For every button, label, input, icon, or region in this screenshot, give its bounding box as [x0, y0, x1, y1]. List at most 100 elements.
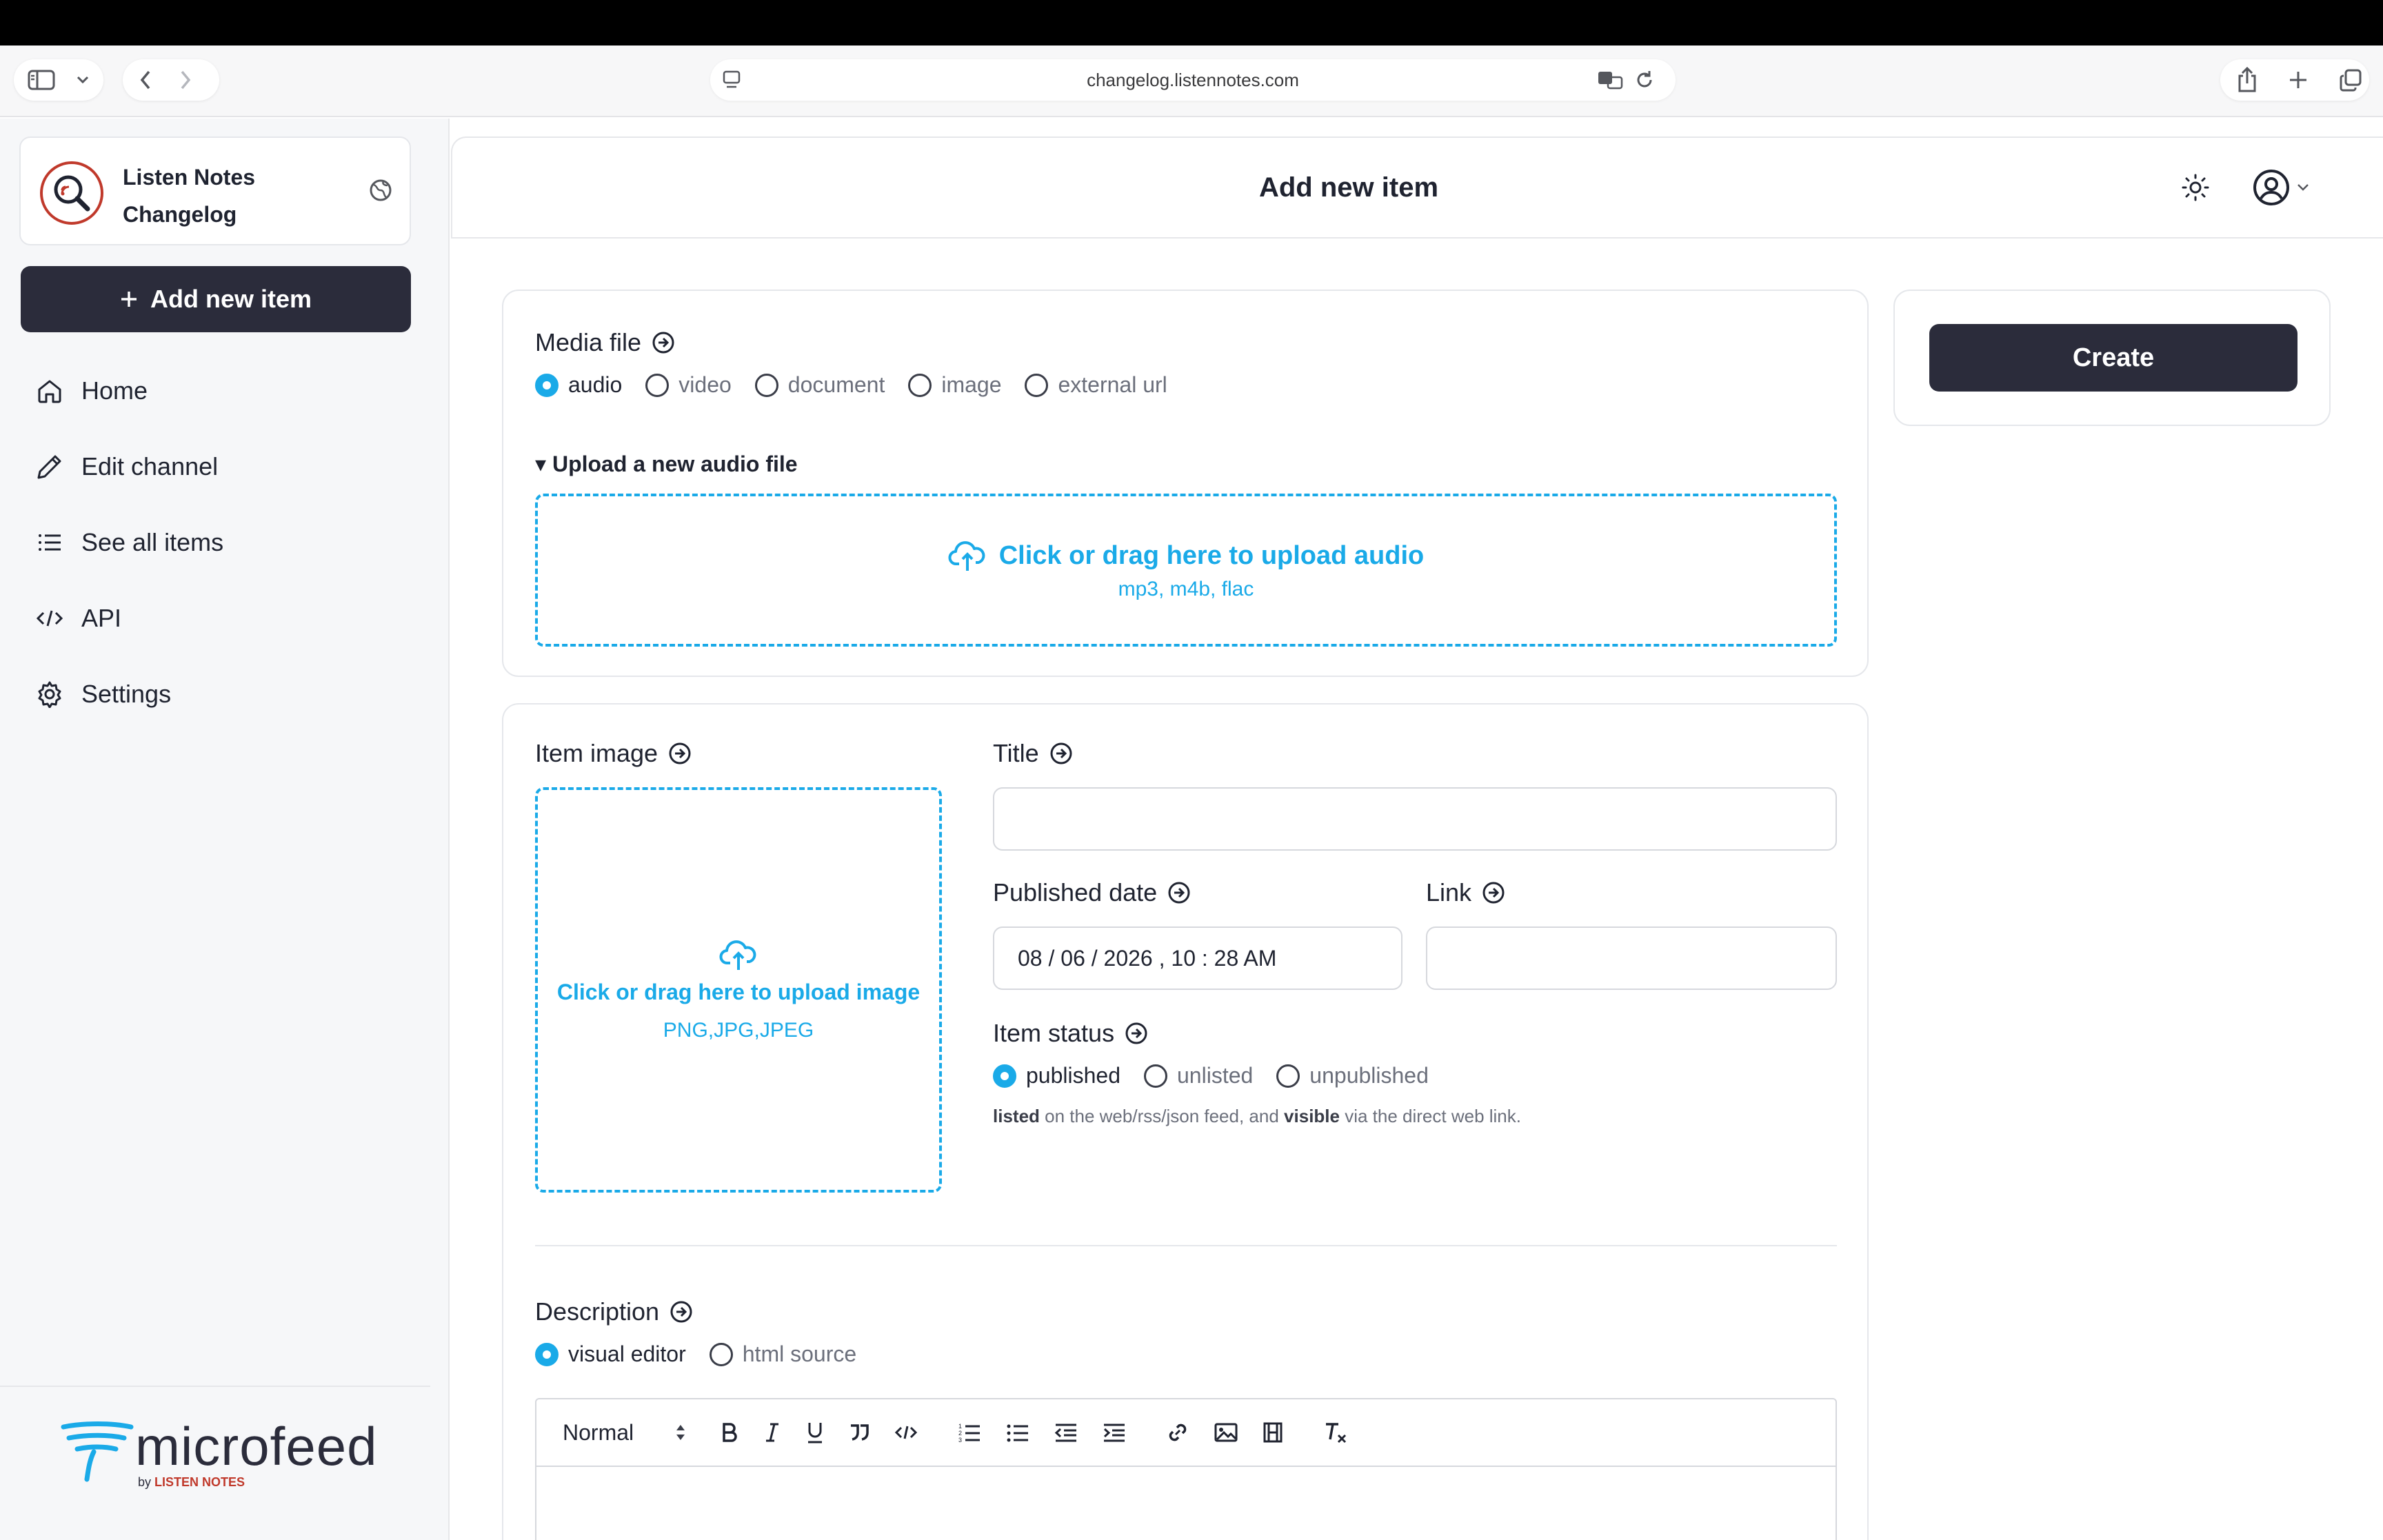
- sidebar-item-settings[interactable]: Settings: [36, 656, 223, 732]
- description-label: Description: [535, 1297, 694, 1326]
- published-date-input[interactable]: 08 / 06 / 2026 , 10 : 28 AM: [993, 926, 1402, 990]
- info-arrow-icon[interactable]: [651, 330, 676, 355]
- sidebar-nav: Home Edit channel See all items API Sett…: [36, 353, 223, 732]
- heading-format-select[interactable]: Normal: [563, 1420, 686, 1446]
- info-arrow-icon[interactable]: [669, 1299, 694, 1324]
- theme-toggle-icon[interactable]: [2180, 172, 2211, 203]
- new-tab-icon[interactable]: [2288, 70, 2309, 90]
- audio-dropzone[interactable]: Click or drag here to upload audio mp3, …: [535, 494, 1837, 647]
- media-file-label: Media file: [535, 328, 676, 357]
- code-block-icon[interactable]: [894, 1423, 918, 1442]
- translate-icon[interactable]: [1597, 69, 1625, 91]
- sidebar-item-label: See all items: [81, 528, 224, 556]
- reload-icon[interactable]: [1634, 69, 1655, 91]
- image-upload-cta: Click or drag here to upload image: [556, 979, 921, 1004]
- channel-name-line2: Changelog: [123, 202, 237, 227]
- create-button[interactable]: Create: [1929, 324, 2297, 392]
- item-image-label-text: Item image: [535, 739, 658, 767]
- media-type-image-radio[interactable]: image: [908, 372, 1001, 398]
- channel-card[interactable]: Listen Notes Changelog: [19, 136, 411, 245]
- blockquote-icon[interactable]: [849, 1423, 869, 1442]
- by-brand: LISTEN NOTES: [154, 1475, 245, 1489]
- link-input[interactable]: [1426, 926, 1837, 990]
- media-type-external-url-radio[interactable]: external url: [1025, 372, 1167, 398]
- radio-label: visual editor: [568, 1341, 686, 1366]
- history-nav-group: [123, 59, 219, 101]
- link-icon[interactable]: [1166, 1421, 1189, 1444]
- main-header: Add new item: [451, 136, 2383, 239]
- info-arrow-icon[interactable]: [1481, 880, 1506, 905]
- bold-icon[interactable]: [721, 1421, 738, 1443]
- insert-image-icon[interactable]: [1214, 1422, 1238, 1443]
- mode-visual-editor-radio[interactable]: visual editor: [535, 1341, 686, 1367]
- status-published-radio[interactable]: published: [993, 1063, 1120, 1088]
- clear-formatting-icon[interactable]: [1323, 1421, 1347, 1443]
- add-new-item-button[interactable]: Add new item: [21, 266, 411, 332]
- sidebar-item-home[interactable]: Home: [36, 353, 223, 429]
- status-unlisted-radio[interactable]: unlisted: [1144, 1063, 1253, 1088]
- code-icon: [36, 605, 63, 632]
- indent-icon[interactable]: [1103, 1422, 1126, 1443]
- browser-actions-group: [2220, 59, 2369, 101]
- sidebar-item-label: Settings: [81, 680, 172, 708]
- title-input[interactable]: [993, 787, 1837, 851]
- listen-notes-logo: [40, 161, 103, 225]
- info-arrow-icon[interactable]: [1167, 880, 1192, 905]
- pencil-icon: [36, 453, 63, 480]
- published-date-label-text: Published date: [993, 878, 1158, 906]
- sidebar-toggle-group[interactable]: [14, 59, 103, 101]
- info-arrow-icon[interactable]: [1049, 741, 1074, 766]
- upload-audio-disclosure[interactable]: ▾ Upload a new audio file: [535, 451, 798, 477]
- image-dropzone[interactable]: Click or drag here to upload image PNG,J…: [535, 787, 942, 1193]
- tabs-overview-icon[interactable]: [2339, 68, 2362, 92]
- editor-toolbar: Normal 123: [535, 1398, 1837, 1467]
- insert-video-icon[interactable]: [1263, 1421, 1283, 1443]
- by-prefix: by: [138, 1475, 152, 1489]
- microfeed-wordmark: microfeed: [135, 1416, 378, 1477]
- chevron-down-icon[interactable]: [76, 75, 90, 85]
- media-type-document-radio[interactable]: document: [754, 372, 885, 398]
- sidebar-item-label: Edit channel: [81, 452, 219, 480]
- menu-bar: [0, 0, 2383, 45]
- description-label-text: Description: [535, 1297, 660, 1326]
- user-menu[interactable]: [2252, 168, 2310, 207]
- sidebar-item-api[interactable]: API: [36, 580, 223, 656]
- underline-icon[interactable]: [806, 1421, 824, 1444]
- back-icon[interactable]: [139, 70, 152, 90]
- forward-icon[interactable]: [179, 70, 192, 90]
- cloud-upload-icon: [948, 539, 987, 572]
- sidebar-divider: [0, 1386, 430, 1387]
- media-type-video-radio[interactable]: video: [645, 372, 732, 398]
- channel-name-line1: Listen Notes: [123, 165, 256, 190]
- share-icon[interactable]: [2237, 66, 2258, 94]
- info-arrow-icon[interactable]: [667, 741, 692, 766]
- globe-icon[interactable]: [368, 178, 393, 203]
- status-help-bold-visible: visible: [1284, 1106, 1340, 1126]
- svg-text:3: 3: [958, 1437, 962, 1443]
- heading-format-value: Normal: [563, 1419, 634, 1445]
- sidebar-toggle-icon[interactable]: [28, 69, 55, 91]
- bullet-list-icon[interactable]: [1006, 1422, 1029, 1443]
- radio-label: html source: [742, 1341, 857, 1366]
- italic-icon[interactable]: [763, 1421, 781, 1443]
- media-type-audio-radio[interactable]: audio: [535, 372, 622, 398]
- outdent-icon[interactable]: [1054, 1422, 1078, 1443]
- sidebar-item-see-all-items[interactable]: See all items: [36, 505, 223, 580]
- home-icon: [36, 377, 63, 405]
- ordered-list-icon[interactable]: 123: [958, 1422, 981, 1443]
- status-unpublished-radio[interactable]: unpublished: [1276, 1063, 1429, 1088]
- description-editor[interactable]: [535, 1466, 1837, 1540]
- radio-label: document: [787, 372, 885, 397]
- address-bar[interactable]: changelog.listennotes.com: [710, 59, 1676, 101]
- status-help-end: via the direct web link.: [1339, 1106, 1521, 1126]
- sidebar-item-edit-channel[interactable]: Edit channel: [36, 429, 223, 505]
- audio-upload-formats: mp3, m4b, flac: [1118, 578, 1254, 600]
- status-help-mid: on the web/rss/json feed, and: [1039, 1106, 1285, 1126]
- channel-name: Listen Notes Changelog: [123, 159, 255, 233]
- media-type-options: audio video document image external url: [535, 372, 1167, 398]
- media-file-card: Media file audio video document image ex…: [502, 290, 1869, 677]
- item-status-label-text: Item status: [993, 1019, 1115, 1047]
- mode-html-source-radio[interactable]: html source: [709, 1341, 857, 1367]
- audio-upload-cta: Click or drag here to upload audio: [998, 540, 1425, 570]
- info-arrow-icon[interactable]: [1124, 1021, 1149, 1046]
